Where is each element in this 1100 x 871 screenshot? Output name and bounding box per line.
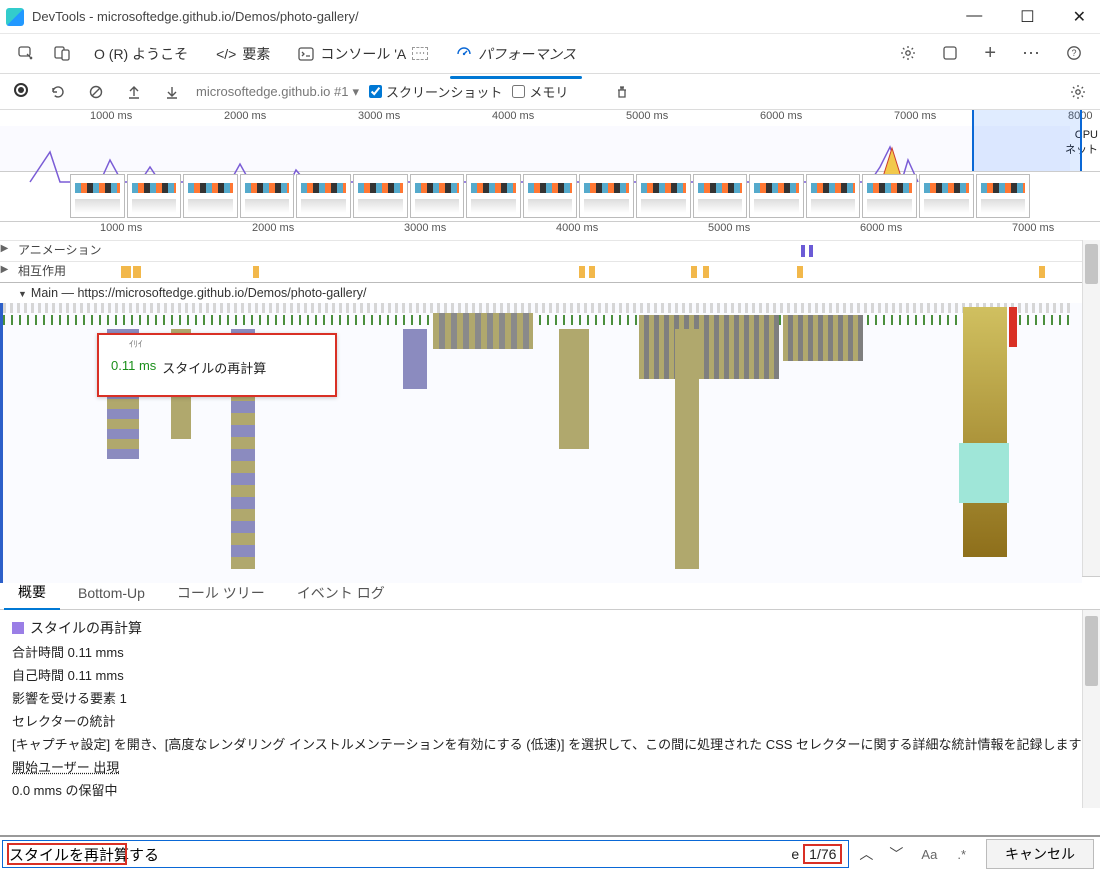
overview-ruler: 1000 ms 2000 ms 3000 ms 4000 ms 5000 ms …: [0, 110, 1100, 126]
record-button[interactable]: [8, 79, 34, 105]
filmstrip-frame[interactable]: [749, 174, 804, 218]
inspect-icon[interactable]: [8, 39, 44, 69]
main-lane-title: Main — https://microsoftedge.github.io/D…: [0, 283, 1082, 303]
filmstrip-frame[interactable]: [70, 174, 125, 218]
screenshots-label: スクリーンショット: [386, 82, 502, 101]
filmstrip-frame[interactable]: [240, 174, 295, 218]
settings-gear-icon[interactable]: [890, 39, 926, 69]
search-input[interactable]: [3, 841, 848, 867]
filmstrip-frame[interactable]: [127, 174, 182, 218]
lane-interactions[interactable]: ▶ 相互作用: [0, 261, 1082, 282]
download-button[interactable]: [158, 79, 186, 104]
search-next-button[interactable]: ﹀: [883, 840, 909, 868]
summary-self-time: 自己時間 0.11 mms: [12, 665, 1088, 684]
search-count: 1/76: [803, 844, 842, 864]
tab-performance[interactable]: パフォーマンス: [442, 38, 590, 70]
more-icon[interactable]: ⋯: [1012, 37, 1050, 70]
summary-hint: [キャプチャ設定] を開き、[高度なレンダリング インストルメンテーションを有効…: [12, 734, 1088, 753]
filmstrip-frame[interactable]: [976, 174, 1031, 218]
tab-welcome[interactable]: O (R) ようこそ: [80, 38, 202, 70]
filmstrip-frame[interactable]: [523, 174, 578, 218]
dock-icon[interactable]: [932, 39, 968, 69]
filmstrip-frame[interactable]: [466, 174, 521, 218]
minimize-button[interactable]: —: [958, 3, 990, 31]
lane-animations[interactable]: ▶ アニメーション: [0, 240, 1082, 261]
flame-scrollbar[interactable]: [1082, 240, 1100, 576]
clear-button[interactable]: [82, 79, 110, 104]
search-bar: e 1/76 ︿ ﹀ Aa .* キャンセル: [0, 835, 1100, 871]
tab-welcome-label: O (R) ようこそ: [94, 44, 188, 64]
tab-console[interactable]: コンソール 'A ⋯: [284, 38, 442, 70]
close-button[interactable]: ✕: [1065, 3, 1094, 31]
lane-main[interactable]: Main — https://microsoftedge.github.io/D…: [0, 282, 1082, 583]
search-cancel-button[interactable]: キャンセル: [986, 839, 1094, 869]
screenshots-checkbox[interactable]: スクリーンショット: [369, 82, 502, 101]
add-tab-icon[interactable]: +: [974, 36, 1006, 71]
filmstrip-frame[interactable]: [579, 174, 634, 218]
memory-label: メモリ: [529, 82, 568, 101]
filmstrip-frame[interactable]: [353, 174, 408, 218]
tab-elements[interactable]: </> 要素: [202, 38, 284, 70]
target-label: microsoftedge.github.io #1: [196, 84, 348, 99]
tooltip-label: スタイルの再計算: [162, 358, 266, 377]
tooltip-duration: 0.11 ms: [111, 358, 156, 377]
window-titlebar: DevTools - microsoftedge.github.io/Demos…: [0, 0, 1100, 34]
app-icon: [6, 8, 24, 26]
summary-pending: 0.0 mms の保留中: [12, 780, 1088, 799]
console-icon: [298, 46, 314, 62]
filmstrip-frame[interactable]: [919, 174, 974, 218]
flame-chart[interactable]: ｲﾘｲ 0.11 ms スタイルの再計算: [0, 303, 1082, 583]
summary-scrollbar[interactable]: [1082, 610, 1100, 808]
search-prev-button[interactable]: ︿: [853, 840, 879, 868]
summary-initiator[interactable]: 開始ユーザー 出現: [12, 757, 1088, 776]
filmstrip-frame[interactable]: [183, 174, 238, 218]
tab-bottom-up[interactable]: Bottom-Up: [64, 579, 159, 607]
help-icon[interactable]: ?: [1056, 39, 1092, 69]
dropdown-chevron-icon: ▾: [352, 84, 359, 100]
summary-selector-stats: セレクターの統計: [12, 711, 1088, 730]
summary-affected: 影響を受ける要素 1: [12, 688, 1088, 707]
summary-title: スタイルの再計算: [30, 618, 142, 638]
performance-icon: [456, 46, 472, 62]
performance-toolbar: microsoftedge.github.io #1 ▾ スクリーンショット メ…: [0, 74, 1100, 110]
garbage-collect-button[interactable]: [608, 79, 636, 104]
event-tooltip: ｲﾘｲ 0.11 ms スタイルの再計算: [97, 333, 337, 397]
console-extra-icon: ⋯: [412, 47, 428, 60]
filmstrip-frame[interactable]: [296, 174, 351, 218]
svg-text:?: ?: [1071, 48, 1076, 58]
filmstrip-frame[interactable]: [806, 174, 861, 218]
overview-timeline[interactable]: 1000 ms 2000 ms 3000 ms 4000 ms 5000 ms …: [0, 110, 1100, 172]
devtools-tabbar: O (R) ようこそ </> 要素 コンソール 'A ⋯ パフォーマンス + ⋯…: [0, 34, 1100, 74]
filmstrip-frame[interactable]: [410, 174, 465, 218]
window-controls: — ☐ ✕: [958, 3, 1094, 31]
event-color-swatch: [12, 622, 24, 634]
overview-selection[interactable]: [972, 110, 1082, 171]
tab-console-label: コンソール 'A: [320, 44, 406, 64]
elements-icon: </>: [216, 46, 236, 62]
search-regex-toggle[interactable]: .*: [951, 843, 972, 866]
expand-icon[interactable]: ▶: [0, 262, 9, 282]
memory-checkbox[interactable]: メモリ: [512, 82, 568, 101]
reload-record-button[interactable]: [44, 79, 72, 104]
device-toggle-icon[interactable]: [44, 39, 80, 69]
filmstrip-frame[interactable]: [636, 174, 691, 218]
filmstrip-frame[interactable]: [693, 174, 748, 218]
search-case-toggle[interactable]: Aa: [915, 843, 943, 866]
search-count-prefix: e: [791, 846, 799, 862]
window-title: DevTools - microsoftedge.github.io/Demos…: [32, 9, 359, 24]
capture-settings-icon[interactable]: [1064, 79, 1092, 104]
expand-icon[interactable]: ▶: [0, 241, 9, 261]
maximize-button[interactable]: ☐: [1012, 3, 1042, 31]
tab-elements-label: 要素: [242, 44, 270, 64]
flame-ruler: 1000 ms 2000 ms 3000 ms 4000 ms 5000 ms …: [0, 222, 1100, 240]
upload-button[interactable]: [120, 79, 148, 104]
filmstrip-frame[interactable]: [862, 174, 917, 218]
cpu-overview: [0, 126, 1070, 171]
summary-total-time: 合計時間 0.11 mms: [12, 642, 1088, 661]
screenshot-filmstrip[interactable]: [0, 172, 1100, 222]
target-dropdown[interactable]: microsoftedge.github.io #1 ▾: [196, 84, 359, 100]
tab-performance-label: パフォーマンス: [478, 44, 576, 64]
summary-pane: スタイルの再計算 合計時間 0.11 mms 自己時間 0.11 mms 影響を…: [0, 610, 1100, 808]
